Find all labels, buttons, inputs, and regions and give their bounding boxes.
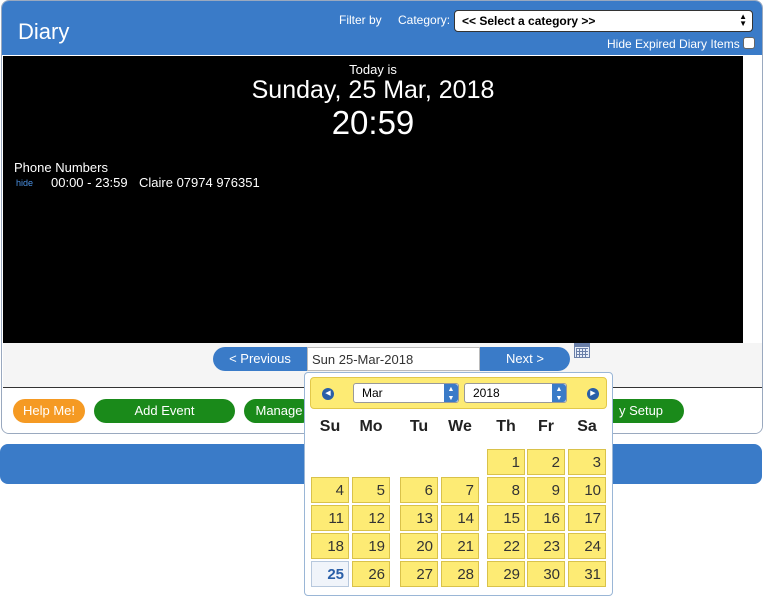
calendar-day[interactable]: 17 (568, 505, 606, 531)
calendar-day[interactable]: 29 (487, 561, 525, 587)
hide-expired-label: Hide Expired Diary Items (607, 37, 740, 51)
month-select[interactable]: Mar ▲ ▼ (353, 383, 459, 403)
page-title: Diary (18, 19, 70, 44)
previous-month-icon[interactable]: ◀ (322, 388, 334, 400)
calendar-day[interactable]: 4 (311, 477, 349, 503)
year-select-value: 2018 (473, 386, 500, 400)
weekday-we: We (448, 418, 472, 435)
hide-expired-checkbox[interactable] (743, 37, 755, 49)
weekday-tu: Tu (409, 418, 429, 435)
calendar-day[interactable]: 24 (568, 533, 606, 559)
calendar-day[interactable]: 18 (311, 533, 349, 559)
category-label: Category: (398, 13, 451, 27)
calendar-day[interactable]: 2 (527, 449, 565, 475)
calendar-day[interactable]: 27 (400, 561, 438, 587)
year-spin-icon: ▲ ▼ (552, 384, 566, 402)
weekday-su: Su (319, 418, 341, 435)
calendar-day[interactable]: 3 (568, 449, 606, 475)
current-time: 20:59 (331, 104, 415, 141)
current-date: Sunday, 25 Mar, 2018 (251, 76, 495, 104)
calendar-day[interactable]: 30 (527, 561, 565, 587)
category-select[interactable]: << Select a category >> ▲ ▼ (454, 10, 753, 32)
entry-text: Claire 07974 976351 (139, 175, 260, 190)
previous-button[interactable]: < Previous (213, 347, 307, 371)
calendar-day[interactable]: 13 (400, 505, 438, 531)
calendar-day[interactable]: 25 (311, 561, 349, 587)
date-input[interactable]: Sun 25-Mar-2018 (307, 347, 480, 371)
calendar-icon[interactable] (574, 343, 590, 358)
calendar-day[interactable]: 21 (441, 533, 479, 559)
calendar-day[interactable]: 8 (487, 477, 525, 503)
calendar-day[interactable]: 26 (352, 561, 390, 587)
date-picker-header: ◀ Mar ▲ ▼ 2018 ▲ ▼ ▶ (310, 377, 607, 409)
select-arrows-icon: ▲ ▼ (739, 12, 747, 28)
calendar-day[interactable]: 31 (568, 561, 606, 587)
weekday-mo: Mo (359, 418, 383, 435)
calendar-day[interactable]: 11 (311, 505, 349, 531)
next-button[interactable]: Next > (480, 347, 570, 371)
calendar-day[interactable]: 23 (527, 533, 565, 559)
today-is-label: Today is (349, 62, 397, 77)
section-title: Phone Numbers (14, 160, 108, 175)
next-month-icon[interactable]: ▶ (587, 388, 599, 400)
filter-label: Filter by (339, 13, 382, 27)
month-spin-icon: ▲ ▼ (444, 384, 458, 402)
calendar-day[interactable]: 14 (441, 505, 479, 531)
calendar-day[interactable]: 10 (568, 477, 606, 503)
calendar-day[interactable]: 15 (487, 505, 525, 531)
entry-time-range: 00:00 - 23:59 (51, 175, 128, 190)
calendar-day[interactable]: 16 (527, 505, 565, 531)
add-event-button[interactable]: Add Event (94, 399, 235, 423)
calendar-day[interactable]: 20 (400, 533, 438, 559)
calendar-day[interactable]: 6 (400, 477, 438, 503)
calendar-day[interactable]: 19 (352, 533, 390, 559)
calendar-day[interactable]: 1 (487, 449, 525, 475)
month-select-value: Mar (362, 386, 383, 400)
calendar-day[interactable]: 22 (487, 533, 525, 559)
calendar-day[interactable]: 7 (441, 477, 479, 503)
year-select[interactable]: 2018 ▲ ▼ (464, 383, 567, 403)
diary-header: Diary Filter by Category: << Select a ca… (2, 1, 762, 55)
date-picker-popup: ◀ Mar ▲ ▼ 2018 ▲ ▼ ▶ Su Mo Tu We Th Fr Sa 1 2 3 4 5 6 7… (304, 372, 613, 596)
weekday-th: Th (496, 418, 516, 435)
calendar-day[interactable]: 12 (352, 505, 390, 531)
weekday-fr: Fr (538, 418, 554, 435)
diary-panel: Diary Filter by Category: << Select a ca… (1, 0, 763, 434)
calendar-day[interactable]: 28 (441, 561, 479, 587)
calendar-day[interactable]: 9 (527, 477, 565, 503)
calendar-day[interactable]: 5 (352, 477, 390, 503)
help-button[interactable]: Help Me! (13, 399, 85, 423)
category-select-value: << Select a category >> (462, 14, 596, 28)
today-display: Today is Sunday, 25 Mar, 2018 20:59 Phon… (3, 56, 743, 343)
hide-link[interactable]: hide (16, 178, 33, 188)
weekday-sa: Sa (577, 418, 597, 435)
